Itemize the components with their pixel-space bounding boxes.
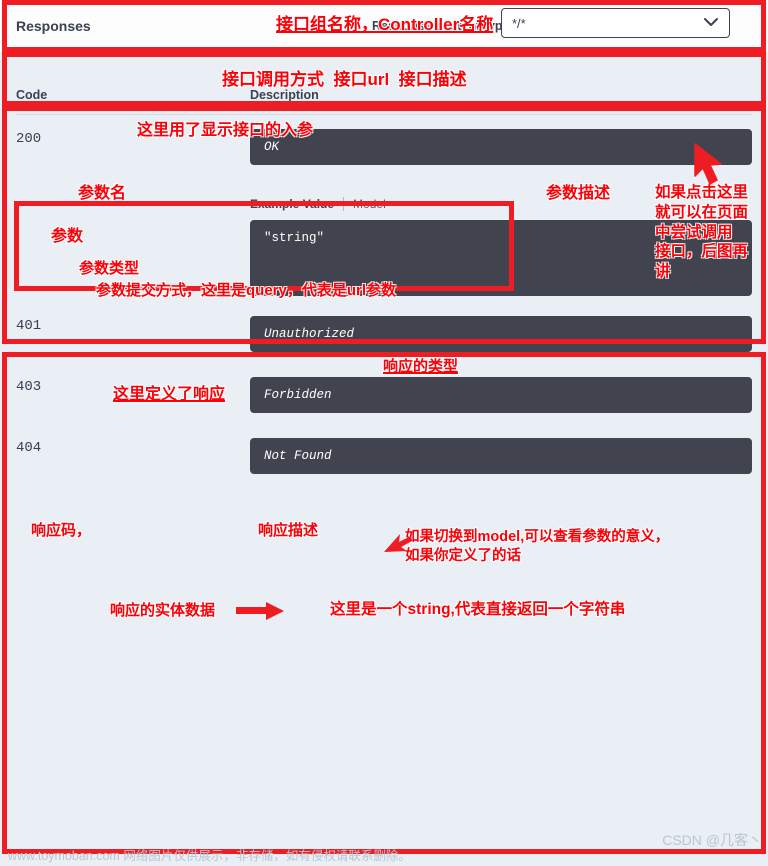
response-code: 404 — [16, 440, 42, 456]
annotation-response-description: 响应描述 — [258, 522, 319, 539]
response-description: Unauthorized — [250, 316, 752, 352]
response-description: Not Found — [250, 438, 752, 474]
response-description: Forbidden — [250, 377, 752, 413]
watermark-right: CSDN @几客丶 — [662, 832, 762, 848]
annotation-operation: 接口调用方式 接口url 接口描述 — [222, 70, 467, 89]
annotation-param-desc-col: 参数描述 — [546, 185, 611, 202]
responses-body: Code Description 200 OK Example Value Mo… — [0, 53, 768, 866]
annotation-param-value: 参数 — [51, 228, 84, 245]
annotation-response-content-type: 响应的类型 — [383, 358, 459, 375]
annotation-controller-name: 接口组名称，Controller名称 — [276, 15, 494, 34]
annotation-example-string: 这里是一个string,代表直接返回一个字符串 — [330, 601, 626, 618]
annotation-arrow-entity-icon — [236, 602, 284, 620]
table-row: 404 Not Found — [16, 413, 752, 474]
response-code: 401 — [16, 318, 42, 334]
annotation-try-it-out: 如果点击这里 就可以在页面 中尝试调用 接口，后图再 讲 — [655, 184, 749, 281]
watermark-left: www.toymoban.com 网络图片仅供展示，非存储，如有侵权请联系删除。 — [8, 849, 411, 863]
annotation-arrow-model-icon — [384, 534, 412, 552]
response-code: 403 — [16, 379, 42, 395]
annotation-responses-section: 这里定义了响应 — [113, 386, 226, 403]
swagger-ui-page: 用户管理 User Controller GET /info info Para… — [0, 0, 768, 866]
table-row: 401 Unauthorized — [16, 296, 752, 352]
annotation-entity-data: 响应的实体数据 — [110, 602, 216, 619]
annotation-parameters-section: 这里用了显示接口的入参 — [137, 122, 314, 139]
annotation-response-code: 响应码， — [31, 522, 92, 539]
responses-section: Responses Response content type */* Code… — [0, 0, 768, 866]
cursor-arrow-icon — [694, 143, 722, 185]
annotation-param-type: 参数类型 — [79, 260, 140, 277]
annotation-param-name-col: 参数名 — [78, 185, 127, 202]
annotation-param-in: 参数提交方式，这里是query，代表是url参数 — [96, 282, 397, 299]
annotation-model-tab: 如果切换到model,可以查看参数的意义， 如果你定义了的话 — [405, 529, 670, 564]
